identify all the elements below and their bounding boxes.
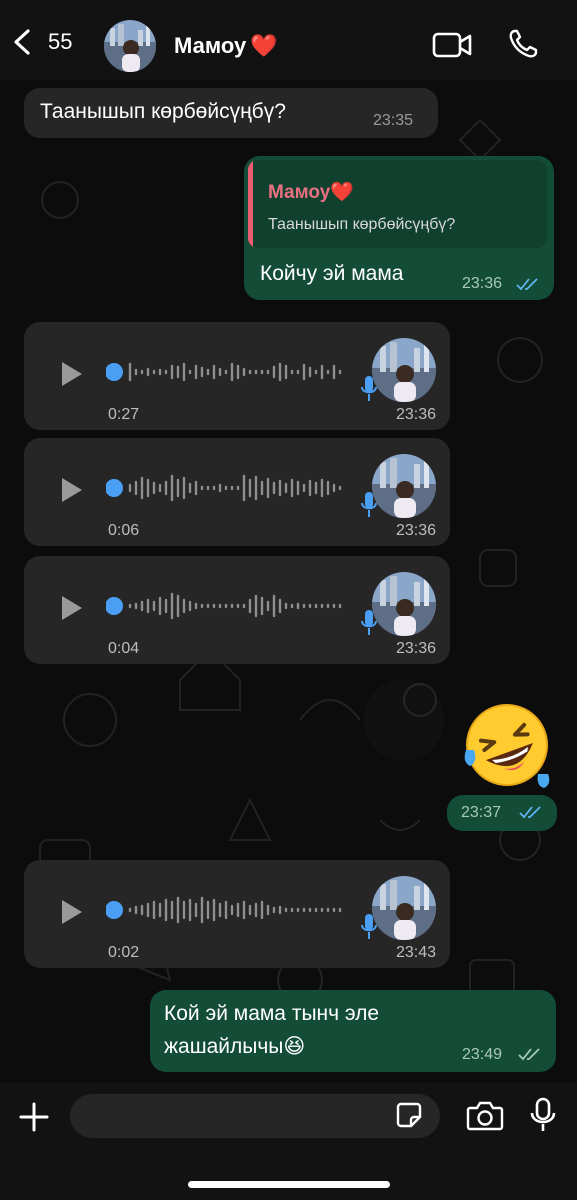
contact-name[interactable]: Мамоу ❤️ <box>174 33 278 59</box>
message-time: 23:43 <box>395 944 436 961</box>
outgoing-message-time: 23:37 <box>447 795 557 831</box>
sender-avatar <box>372 876 436 940</box>
reply-text: Таанышып көрбөйсүңбү? <box>268 216 456 233</box>
message-time: 23:36 <box>395 406 436 423</box>
heart-emoji: ❤️ <box>250 33 278 58</box>
message-text-line: Кой эй мама тынч эле <box>164 1002 380 1025</box>
waveform[interactable] <box>106 586 368 626</box>
voice-message[interactable]: 0:04 23:36 <box>24 556 450 664</box>
phone-call-icon[interactable] <box>507 28 539 60</box>
voice-message[interactable]: 0:06 23:36 <box>24 438 450 546</box>
video-call-icon[interactable] <box>432 30 472 60</box>
grinning-squint-emoji: 😆 <box>283 1035 306 1058</box>
mic-icon <box>361 492 377 517</box>
message-input[interactable] <box>70 1094 440 1138</box>
voice-message[interactable]: 0:27 23:36 <box>24 322 450 430</box>
voice-duration: 0:27 <box>108 406 140 423</box>
play-icon[interactable] <box>60 476 84 504</box>
message-time: 23:36 <box>395 640 436 657</box>
rofl-emoji[interactable] <box>462 700 552 790</box>
message-time: 23:37 <box>461 804 502 821</box>
outgoing-message[interactable]: Мамоу❤️ Таанышып көрбөйсүңбү? Койчу эй м… <box>244 156 554 300</box>
delivered-ticks-icon <box>518 1048 540 1061</box>
play-icon[interactable] <box>60 360 84 388</box>
read-ticks-icon <box>516 278 538 291</box>
chevron-left-icon <box>14 29 30 55</box>
voice-duration: 0:04 <box>108 640 140 657</box>
camera-icon[interactable] <box>466 1100 504 1132</box>
message-time: 23:36 <box>395 522 436 539</box>
message-time: 23:49 <box>462 1046 503 1063</box>
message-text: Койчу эй мама <box>260 262 404 285</box>
plus-icon[interactable] <box>18 1101 50 1133</box>
contact-avatar[interactable] <box>104 20 156 72</box>
message-time: 23:35 <box>373 112 414 129</box>
sticker-icon[interactable] <box>396 1101 422 1129</box>
mic-icon <box>361 610 377 635</box>
incoming-message[interactable]: Таанышып көрбөйсүңбү? 23:35 <box>24 88 438 138</box>
waveform[interactable] <box>106 468 368 508</box>
waveform[interactable] <box>106 890 368 930</box>
quoted-reply[interactable]: Мамоу❤️ Таанышып көрбөйсүңбү? <box>248 160 547 248</box>
reply-author: Мамоу❤️ <box>268 182 355 203</box>
unread-count: 55 <box>48 29 73 54</box>
microphone-icon[interactable] <box>530 1097 556 1133</box>
mic-icon <box>361 914 377 939</box>
reply-accent-bar <box>248 160 253 248</box>
play-icon[interactable] <box>60 898 84 926</box>
message-time: 23:36 <box>462 275 503 292</box>
sender-avatar <box>372 338 436 402</box>
mic-icon <box>361 376 377 401</box>
message-text: Таанышып көрбөйсүңбү? <box>40 100 286 123</box>
waveform[interactable] <box>106 352 368 392</box>
message-text-line: жашайлычы😆 <box>164 1035 306 1058</box>
voice-duration: 0:06 <box>108 522 140 539</box>
sender-avatar <box>372 572 436 636</box>
sender-avatar <box>372 454 436 518</box>
back-button[interactable]: 55 <box>10 28 72 56</box>
chat-header: 55 Мамоу ❤️ <box>0 0 577 80</box>
voice-message[interactable]: 0:02 23:43 <box>24 860 450 968</box>
play-icon[interactable] <box>60 594 84 622</box>
voice-duration: 0:02 <box>108 944 140 961</box>
home-indicator[interactable] <box>188 1181 390 1188</box>
outgoing-message[interactable]: Кой эй мама тынч эле жашайлычы😆 23:49 <box>150 990 556 1072</box>
read-ticks-icon <box>519 806 541 819</box>
